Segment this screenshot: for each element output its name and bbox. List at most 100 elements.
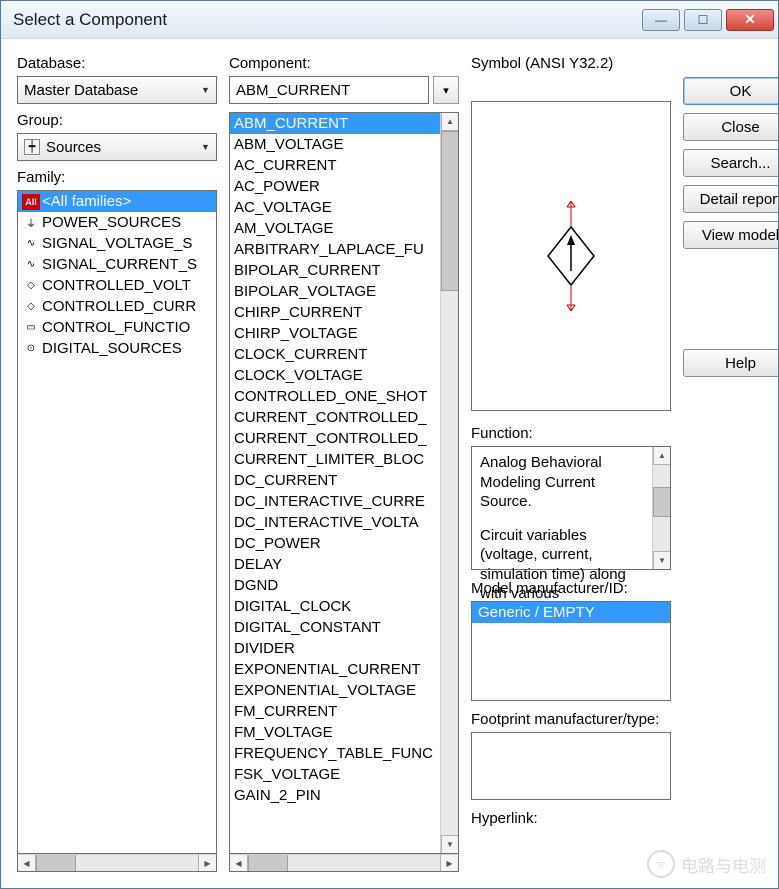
database-value: Master Database <box>24 82 138 99</box>
current-source-symbol-icon <box>536 201 606 311</box>
family-item[interactable]: ⊙DIGITAL_SOURCES <box>18 338 216 359</box>
component-item[interactable]: AC_CURRENT <box>230 155 440 176</box>
component-item[interactable]: CURRENT_CONTROLLED_ <box>230 428 440 449</box>
family-icon: ⏚ <box>22 215 40 231</box>
family-icon: ∿ <box>22 257 40 273</box>
component-item[interactable]: DIGITAL_CONSTANT <box>230 617 440 638</box>
component-item[interactable]: CHIRP_VOLTAGE <box>230 323 440 344</box>
component-item[interactable]: FM_VOLTAGE <box>230 722 440 743</box>
component-item[interactable]: BIPOLAR_CURRENT <box>230 260 440 281</box>
detail-report-button[interactable]: Detail report <box>683 185 778 213</box>
scroll-right-button[interactable]: ▶ <box>198 855 216 871</box>
component-item[interactable]: DELAY <box>230 554 440 575</box>
family-item[interactable]: ▭CONTROL_FUNCTIO <box>18 317 216 338</box>
ok-button[interactable]: OK <box>683 77 778 105</box>
family-label: Family: <box>17 169 217 186</box>
close-window-button[interactable]: ✕ <box>726 9 774 31</box>
component-item[interactable]: DC_INTERACTIVE_VOLTA <box>230 512 440 533</box>
database-label: Database: <box>17 55 217 72</box>
view-model-button[interactable]: View model <box>683 221 778 249</box>
scroll-left-button[interactable]: ◀ <box>230 855 248 871</box>
component-item[interactable]: CLOCK_VOLTAGE <box>230 365 440 386</box>
component-item[interactable]: EXPONENTIAL_CURRENT <box>230 659 440 680</box>
symbol-label: Symbol (ANSI Y32.2) <box>471 55 671 72</box>
component-item[interactable]: DC_CURRENT <box>230 470 440 491</box>
family-item-label: SIGNAL_VOLTAGE_S <box>42 235 192 252</box>
component-item[interactable]: DGND <box>230 575 440 596</box>
scroll-down-button[interactable]: ▼ <box>653 551 670 569</box>
component-item[interactable]: AC_VOLTAGE <box>230 197 440 218</box>
component-item[interactable]: DC_INTERACTIVE_CURRE <box>230 491 440 512</box>
component-item[interactable]: FREQUENCY_TABLE_FUNC <box>230 743 440 764</box>
family-item-label: CONTROLLED_CURR <box>42 298 196 315</box>
scroll-up-button[interactable]: ▲ <box>441 113 458 131</box>
component-item[interactable]: ABM_VOLTAGE <box>230 134 440 155</box>
component-value: ABM_CURRENT <box>236 82 350 99</box>
footprint-list[interactable] <box>471 732 671 800</box>
component-item[interactable]: AC_POWER <box>230 176 440 197</box>
sources-icon: ┿ <box>24 139 40 155</box>
component-item[interactable]: CURRENT_LIMITER_BLOC <box>230 449 440 470</box>
component-input[interactable]: ABM_CURRENT <box>229 76 429 104</box>
component-filter-button[interactable]: ▾ <box>433 76 459 104</box>
minimize-button[interactable]: — <box>642 9 680 31</box>
scroll-thumb-h[interactable] <box>248 855 288 871</box>
family-item[interactable]: ⏚POWER_SOURCES <box>18 212 216 233</box>
component-scrollbar-v[interactable]: ▲ ▼ <box>440 113 458 853</box>
family-icon: ∿ <box>22 236 40 252</box>
component-item[interactable]: CONTROLLED_ONE_SHOT <box>230 386 440 407</box>
component-list[interactable]: ABM_CURRENTABM_VOLTAGEAC_CURRENTAC_POWER… <box>229 112 459 854</box>
footprint-label: Footprint manufacturer/type: <box>471 711 671 728</box>
search-button[interactable]: Search... <box>683 149 778 177</box>
component-item[interactable]: AM_VOLTAGE <box>230 218 440 239</box>
family-item-label: <All families> <box>42 193 131 210</box>
family-item-label: POWER_SOURCES <box>42 214 181 231</box>
family-item-label: SIGNAL_CURRENT_S <box>42 256 197 273</box>
model-item[interactable]: Generic / EMPTY <box>472 602 670 623</box>
component-item[interactable]: DIVIDER <box>230 638 440 659</box>
family-icon: ◇ <box>22 299 40 315</box>
close-button[interactable]: Close <box>683 113 778 141</box>
group-value: Sources <box>46 139 101 156</box>
component-item[interactable]: EXPONENTIAL_VOLTAGE <box>230 680 440 701</box>
function-text: Analog Behavioral Modeling Current Sourc… <box>472 447 652 569</box>
family-item[interactable]: ∿SIGNAL_CURRENT_S <box>18 254 216 275</box>
family-list[interactable]: All<All families>⏚POWER_SOURCES∿SIGNAL_V… <box>17 190 217 854</box>
component-item[interactable]: FSK_VOLTAGE <box>230 764 440 785</box>
component-scrollbar-h[interactable]: ◀ ▶ <box>229 854 459 872</box>
component-item[interactable]: DIGITAL_CLOCK <box>230 596 440 617</box>
title-bar: Select a Component — ☐ ✕ <box>1 1 778 39</box>
family-icon: All <box>22 194 40 210</box>
family-item[interactable]: ∿SIGNAL_VOLTAGE_S <box>18 233 216 254</box>
family-scrollbar-h[interactable]: ◀ ▶ <box>17 854 217 872</box>
component-item[interactable]: CLOCK_CURRENT <box>230 344 440 365</box>
group-dropdown[interactable]: ┿ Sources <box>17 133 217 161</box>
scroll-thumb[interactable] <box>441 131 458 291</box>
family-item[interactable]: ◇CONTROLLED_VOLT <box>18 275 216 296</box>
scroll-right-button[interactable]: ▶ <box>440 855 458 871</box>
component-label: Component: <box>229 55 459 72</box>
family-item[interactable]: ◇CONTROLLED_CURR <box>18 296 216 317</box>
family-item[interactable]: All<All families> <box>18 191 216 212</box>
component-item[interactable]: FM_CURRENT <box>230 701 440 722</box>
component-item[interactable]: ABM_CURRENT <box>230 113 440 134</box>
help-button[interactable]: Help <box>683 349 778 377</box>
maximize-button[interactable]: ☐ <box>684 9 722 31</box>
component-item[interactable]: DC_POWER <box>230 533 440 554</box>
component-item[interactable]: GAIN_2_PIN <box>230 785 440 806</box>
component-item[interactable]: CHIRP_CURRENT <box>230 302 440 323</box>
function-label: Function: <box>471 425 671 442</box>
hyperlink-label: Hyperlink: <box>471 810 671 827</box>
scroll-down-button[interactable]: ▼ <box>441 835 458 853</box>
window-title: Select a Component <box>13 10 642 30</box>
database-dropdown[interactable]: Master Database <box>17 76 217 104</box>
component-item[interactable]: CURRENT_CONTROLLED_ <box>230 407 440 428</box>
scroll-thumb[interactable] <box>653 487 670 517</box>
scroll-left-button[interactable]: ◀ <box>18 855 36 871</box>
function-scrollbar[interactable]: ▲ ▼ <box>652 447 670 569</box>
component-item[interactable]: ARBITRARY_LAPLACE_FU <box>230 239 440 260</box>
model-list[interactable]: Generic / EMPTY <box>471 601 671 701</box>
scroll-up-button[interactable]: ▲ <box>653 447 670 465</box>
scroll-thumb-h[interactable] <box>36 855 76 871</box>
component-item[interactable]: BIPOLAR_VOLTAGE <box>230 281 440 302</box>
